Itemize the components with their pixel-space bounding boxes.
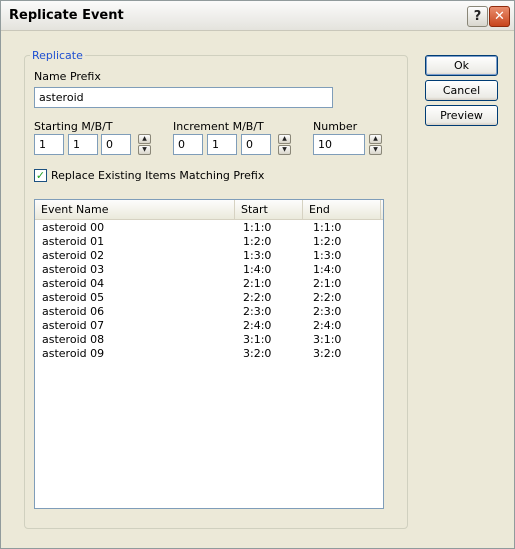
replicate-event-dialog: Replicate Event ? ✕ Replicate Name Prefi…: [0, 0, 515, 549]
end-cell: 1:2:0: [313, 235, 342, 248]
start-cell: 1:2:0: [243, 235, 272, 248]
starting-mbt-label: Starting M/B/T: [34, 120, 113, 133]
increment-tick-input[interactable]: 0: [241, 134, 271, 155]
event-name-cell: asteroid 07: [42, 319, 105, 332]
starting-spinner[interactable]: ▲ ▼: [138, 134, 151, 155]
list-item[interactable]: asteroid 03 1:4:0 1:4:0: [35, 263, 383, 277]
increment-beat-input[interactable]: 1: [207, 134, 237, 155]
spin-up-icon[interactable]: ▲: [278, 134, 291, 144]
start-cell: 1:3:0: [243, 249, 272, 262]
event-name-cell: asteroid 05: [42, 291, 105, 304]
replace-existing-label[interactable]: Replace Existing Items Matching Prefix: [51, 169, 264, 182]
list-rows: asteroid 00 1:1:0 1:1:0 asteroid 01 1:2:0 1:2…: [35, 221, 383, 361]
list-item[interactable]: asteroid 08 3:1:0 3:1:0: [35, 333, 383, 347]
number-input[interactable]: 10: [313, 134, 365, 155]
start-cell: 2:2:0: [243, 291, 272, 304]
starting-tick-input[interactable]: 0: [101, 134, 131, 155]
column-header-start[interactable]: Start: [235, 200, 303, 220]
end-cell: 3:2:0: [313, 347, 342, 360]
name-prefix-label: Name Prefix: [34, 70, 101, 83]
start-cell: 2:1:0: [243, 277, 272, 290]
end-cell: 1:3:0: [313, 249, 342, 262]
increment-mbt-label: Increment M/B/T: [173, 120, 264, 133]
list-item[interactable]: asteroid 07 2:4:0 2:4:0: [35, 319, 383, 333]
list-item[interactable]: asteroid 05 2:2:0 2:2:0: [35, 291, 383, 305]
start-cell: 3:2:0: [243, 347, 272, 360]
replace-existing-checkbox[interactable]: ✓: [34, 169, 47, 182]
increment-spinner[interactable]: ▲ ▼: [278, 134, 291, 155]
end-cell: 3:1:0: [313, 333, 342, 346]
event-name-cell: asteroid 01: [42, 235, 105, 248]
start-cell: 2:3:0: [243, 305, 272, 318]
list-item[interactable]: asteroid 01 1:2:0 1:2:0: [35, 235, 383, 249]
start-cell: 1:4:0: [243, 263, 272, 276]
increment-measure-input[interactable]: 0: [173, 134, 203, 155]
end-cell: 2:1:0: [313, 277, 342, 290]
ok-button[interactable]: Ok: [425, 55, 498, 76]
event-name-cell: asteroid 03: [42, 263, 105, 276]
number-spinner[interactable]: ▲ ▼: [369, 134, 382, 155]
event-name-cell: asteroid 09: [42, 347, 105, 360]
start-cell: 1:1:0: [243, 221, 272, 234]
spin-down-icon[interactable]: ▼: [278, 145, 291, 155]
end-cell: 1:4:0: [313, 263, 342, 276]
event-name-cell: asteroid 04: [42, 277, 105, 290]
event-name-cell: asteroid 02: [42, 249, 105, 262]
number-label: Number: [313, 120, 358, 133]
check-icon: ✓: [35, 169, 46, 182]
list-item[interactable]: asteroid 04 2:1:0 2:1:0: [35, 277, 383, 291]
starting-measure-input[interactable]: 1: [34, 134, 64, 155]
help-button[interactable]: ?: [467, 6, 488, 27]
column-header-event-name[interactable]: Event Name: [35, 200, 235, 220]
spin-down-icon[interactable]: ▼: [138, 145, 151, 155]
close-button[interactable]: ✕: [489, 6, 510, 27]
end-cell: 1:1:0: [313, 221, 342, 234]
title-bar: Replicate Event ? ✕: [1, 1, 514, 31]
list-item[interactable]: asteroid 00 1:1:0 1:1:0: [35, 221, 383, 235]
starting-beat-input[interactable]: 1: [68, 134, 98, 155]
end-cell: 2:3:0: [313, 305, 342, 318]
cancel-button[interactable]: Cancel: [425, 80, 498, 101]
spin-up-icon[interactable]: ▲: [138, 134, 151, 144]
spin-down-icon[interactable]: ▼: [369, 145, 382, 155]
end-cell: 2:2:0: [313, 291, 342, 304]
name-prefix-input[interactable]: asteroid: [34, 87, 333, 108]
event-name-cell: asteroid 06: [42, 305, 105, 318]
preview-button[interactable]: Preview: [425, 105, 498, 126]
column-header-end[interactable]: End: [303, 200, 381, 220]
spin-up-icon[interactable]: ▲: [369, 134, 382, 144]
replicate-group-legend: Replicate: [30, 49, 85, 62]
start-cell: 3:1:0: [243, 333, 272, 346]
window-title: Replicate Event: [9, 8, 124, 23]
events-list[interactable]: Event Name Start End asteroid 00 1:1:0 1:1…: [34, 199, 384, 509]
end-cell: 2:4:0: [313, 319, 342, 332]
list-item[interactable]: asteroid 09 3:2:0 3:2:0: [35, 347, 383, 361]
event-name-cell: asteroid 00: [42, 221, 105, 234]
list-item[interactable]: asteroid 06 2:3:0 2:3:0: [35, 305, 383, 319]
start-cell: 2:4:0: [243, 319, 272, 332]
list-header: Event Name Start End: [35, 200, 383, 220]
event-name-cell: asteroid 08: [42, 333, 105, 346]
list-item[interactable]: asteroid 02 1:3:0 1:3:0: [35, 249, 383, 263]
